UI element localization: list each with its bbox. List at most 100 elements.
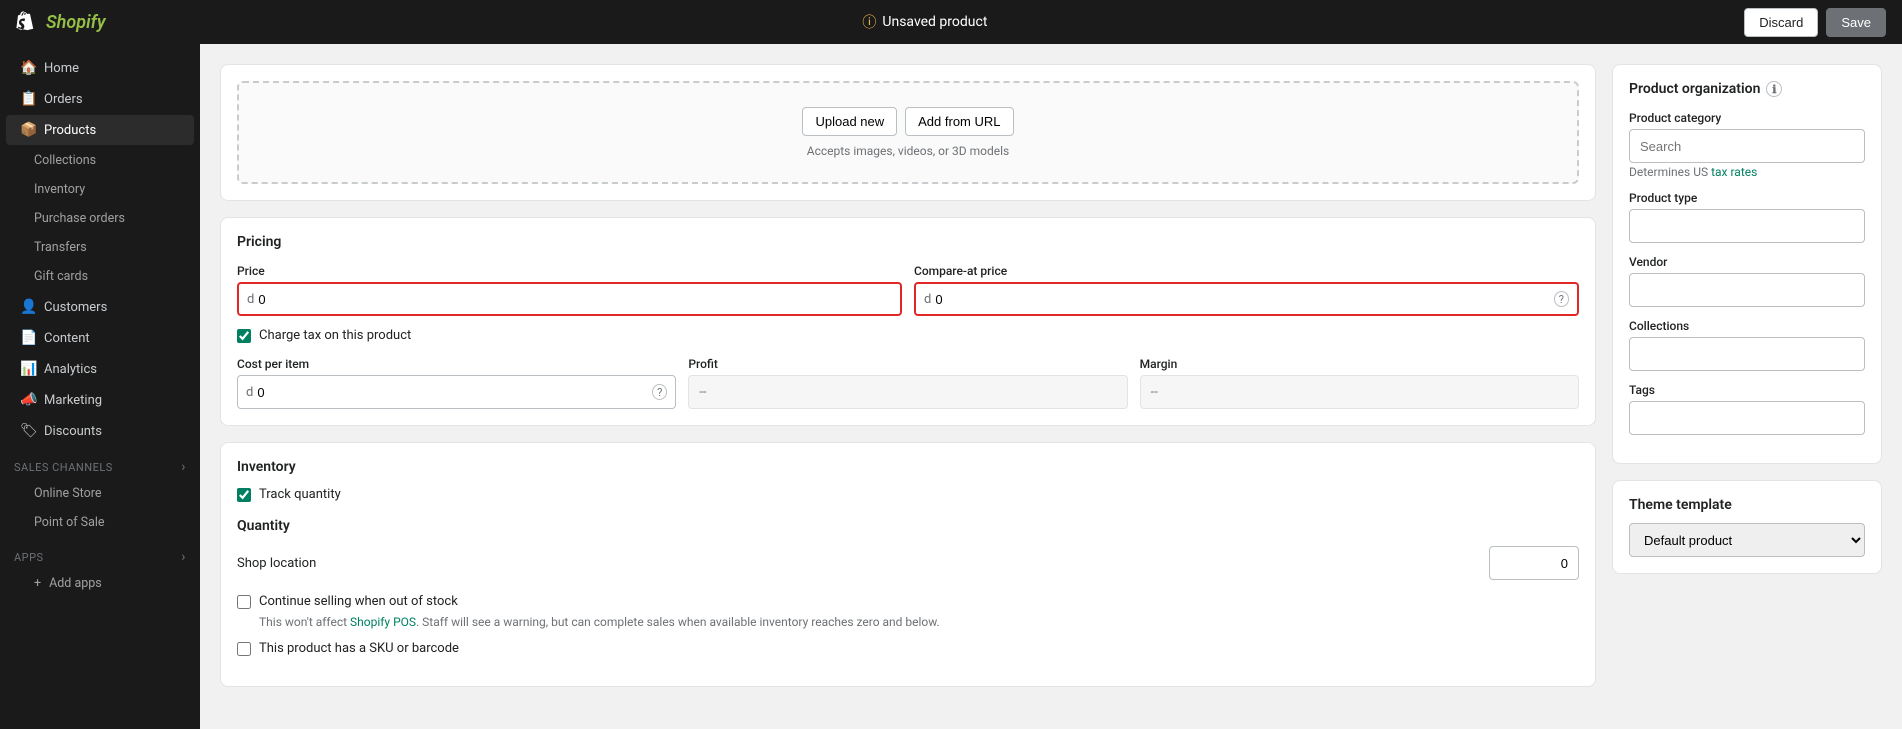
- tags-field: Tags: [1629, 383, 1865, 435]
- margin-value: --: [1140, 375, 1579, 409]
- shopify-logo: shopify: [16, 11, 106, 33]
- quantity-title: Quantity: [237, 518, 1579, 534]
- sidebar-item-marketing[interactable]: 📣 Marketing: [6, 385, 194, 415]
- sidebar-item-products[interactable]: 📦 Products: [6, 115, 194, 145]
- sidebar-item-collections[interactable]: Collections: [6, 146, 194, 175]
- cost-help-icon[interactable]: ?: [652, 384, 667, 400]
- sku-row: This product has a SKU or barcode: [237, 641, 1579, 656]
- vendor-label: Vendor: [1629, 255, 1865, 269]
- sidebar-item-home[interactable]: 🏠 Home: [6, 53, 194, 83]
- product-org-info-icon[interactable]: ℹ: [1766, 81, 1782, 97]
- pricing-grid: Price d Compare-at price d ?: [237, 264, 1579, 316]
- category-input[interactable]: [1629, 129, 1865, 163]
- tags-input[interactable]: [1629, 401, 1865, 435]
- warning-icon: ⓘ: [862, 12, 876, 32]
- product-type-input[interactable]: [1629, 209, 1865, 243]
- sidebar-item-content[interactable]: 📄 Content: [6, 323, 194, 353]
- save-button[interactable]: Save: [1826, 8, 1886, 37]
- price-field: Price d: [237, 264, 902, 316]
- continue-selling-label: Continue selling when out of stock: [259, 594, 940, 609]
- compare-at-price-label: Compare-at price: [914, 264, 1579, 278]
- collections-label: Collections: [1629, 319, 1865, 333]
- sidebar-item-online-store[interactable]: Online Store: [6, 479, 194, 508]
- compare-at-price-wrapper: d ?: [914, 282, 1579, 316]
- continue-selling-row: Continue selling when out of stock This …: [237, 594, 1579, 631]
- sales-channels-section: Sales channels ›: [0, 447, 200, 479]
- sidebar-item-inventory[interactable]: Inventory: [6, 175, 194, 204]
- profit-value: --: [688, 375, 1127, 409]
- products-icon: 📦: [20, 122, 36, 138]
- sidebar-item-point-of-sale[interactable]: Point of Sale: [6, 508, 194, 537]
- shopify-pos-link[interactable]: Shopify POS: [350, 615, 416, 629]
- pricing-title: Pricing: [237, 234, 1579, 250]
- track-quantity-label: Track quantity: [259, 487, 341, 502]
- cost-currency: d: [246, 385, 253, 400]
- marketing-icon: 📣: [20, 392, 36, 408]
- vendor-input[interactable]: [1629, 273, 1865, 307]
- right-column: Product organization ℹ Product category …: [1612, 64, 1882, 709]
- cost-input[interactable]: [257, 385, 652, 400]
- product-organization-card: Product organization ℹ Product category …: [1612, 64, 1882, 464]
- product-type-field: Product type: [1629, 191, 1865, 243]
- analytics-icon: 📊: [20, 361, 36, 377]
- price-input-wrapper: d: [237, 282, 902, 316]
- add-from-url-button[interactable]: Add from URL: [905, 107, 1013, 136]
- tax-rate-text: Determines US tax rates: [1629, 165, 1865, 179]
- discard-button[interactable]: Discard: [1744, 8, 1818, 37]
- inventory-title: Inventory: [237, 459, 1579, 475]
- shop-location-label: Shop location: [237, 556, 316, 571]
- margin-label: Margin: [1140, 357, 1579, 371]
- charge-tax-row: Charge tax on this product: [237, 328, 1579, 343]
- track-quantity-checkbox[interactable]: [237, 488, 251, 502]
- collections-input[interactable]: [1629, 337, 1865, 371]
- shop-location-row: Shop location: [237, 546, 1579, 580]
- customers-icon: 👤: [20, 299, 36, 315]
- continue-selling-info: This won't affect Shopify POS. Staff wil…: [259, 613, 940, 631]
- compare-at-price-input[interactable]: [935, 292, 1553, 307]
- tags-label: Tags: [1629, 383, 1865, 397]
- sidebar-item-add-apps[interactable]: + Add apps: [6, 569, 194, 598]
- expand-icon: ›: [181, 459, 186, 475]
- inventory-card: Inventory Track quantity Quantity Shop l…: [220, 442, 1596, 687]
- price-label: Price: [237, 264, 902, 278]
- apps-expand-icon: ›: [181, 549, 186, 565]
- collections-field: Collections: [1629, 319, 1865, 371]
- theme-template-title: Theme template: [1629, 497, 1865, 513]
- orders-icon: 📋: [20, 91, 36, 107]
- profit-field: Profit --: [688, 357, 1127, 409]
- discounts-icon: 🏷: [20, 423, 36, 439]
- pricing-card: Pricing Price d Compare-at price d: [220, 217, 1596, 426]
- price-input[interactable]: [258, 292, 892, 307]
- sidebar-item-gift-cards[interactable]: Gift cards: [6, 262, 194, 291]
- media-hint: Accepts images, videos, or 3D models: [255, 144, 1561, 158]
- theme-template-card: Theme template Default product custom in…: [1612, 480, 1882, 574]
- tax-rates-link[interactable]: tax rates: [1711, 165, 1757, 179]
- media-upload-area: Upload new Add from URL Accepts images, …: [237, 81, 1579, 184]
- home-icon: 🏠: [20, 60, 36, 76]
- sidebar-item-analytics[interactable]: 📊 Analytics: [6, 354, 194, 384]
- vendor-field: Vendor: [1629, 255, 1865, 307]
- product-organization-title: Product organization ℹ: [1629, 81, 1865, 97]
- profit-label: Profit: [688, 357, 1127, 371]
- sidebar-item-transfers[interactable]: Transfers: [6, 233, 194, 262]
- compare-at-price-field: Compare-at price d ?: [914, 264, 1579, 316]
- charge-tax-label: Charge tax on this product: [259, 328, 411, 343]
- top-nav-actions: Discard Save: [1744, 8, 1886, 37]
- cost-per-item-field: Cost per item d ?: [237, 357, 676, 409]
- shop-location-qty-input[interactable]: [1489, 546, 1579, 580]
- center-column: Upload new Add from URL Accepts images, …: [220, 64, 1596, 709]
- page-title: ⓘ Unsaved product: [862, 12, 987, 32]
- sidebar-item-orders[interactable]: 📋 Orders: [6, 84, 194, 114]
- sidebar-item-customers[interactable]: 👤 Customers: [6, 292, 194, 322]
- upload-new-button[interactable]: Upload new: [802, 107, 897, 136]
- sidebar-item-purchase-orders[interactable]: Purchase orders: [6, 204, 194, 233]
- track-quantity-row: Track quantity: [237, 487, 1579, 502]
- theme-template-select[interactable]: Default product custom index: [1629, 523, 1865, 557]
- charge-tax-checkbox[interactable]: [237, 329, 251, 343]
- sidebar-item-discounts[interactable]: 🏷 Discounts: [6, 416, 194, 446]
- apps-section: Apps ›: [0, 537, 200, 569]
- sku-checkbox[interactable]: [237, 642, 251, 656]
- content-icon: 📄: [20, 330, 36, 346]
- continue-selling-checkbox[interactable]: [237, 595, 251, 609]
- compare-at-help-icon[interactable]: ?: [1554, 291, 1569, 307]
